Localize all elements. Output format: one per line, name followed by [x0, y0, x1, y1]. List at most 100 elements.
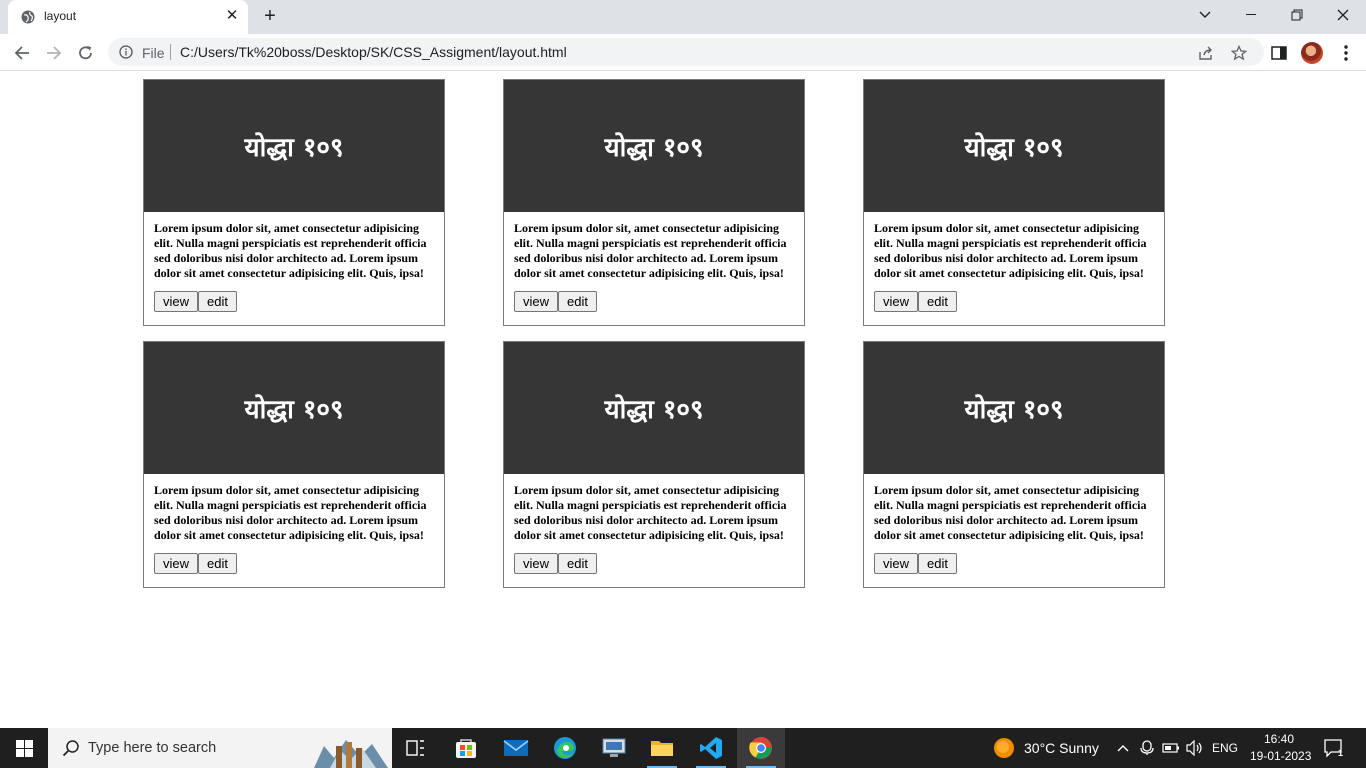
card-actions: view edit: [154, 553, 237, 574]
card-banner: योद्धा १०९: [144, 342, 444, 474]
meet-now-icon[interactable]: [1137, 738, 1157, 758]
card: योद्धा १०९ Lorem ipsum dolor sit, amet c…: [503, 79, 805, 326]
monitor-app-icon: [602, 738, 626, 757]
arrow-right-icon: [47, 46, 62, 60]
address-bar[interactable]: File C:/Users/Tk%20boss/Desktop/SK/CSS_A…: [108, 38, 1264, 66]
battery-icon[interactable]: [1161, 738, 1181, 758]
mail-icon: [503, 740, 529, 756]
view-button[interactable]: view: [874, 553, 919, 574]
vscode-icon: [700, 737, 722, 759]
card-title: योद्धा १०९: [964, 395, 1064, 425]
browser-tab-strip: layout ✕ +: [0, 0, 1366, 34]
restore-button[interactable]: [1274, 0, 1320, 30]
forward-button[interactable]: [42, 41, 66, 65]
folder-icon: [651, 741, 673, 756]
view-button[interactable]: view: [874, 291, 919, 312]
card-banner: योद्धा १०९: [864, 342, 1164, 474]
card: योद्धा १०९ Lorem ipsum dolor sit, amet c…: [503, 341, 805, 588]
card-text: Lorem ipsum dolor sit, amet consectetur …: [154, 221, 427, 280]
card-text: Lorem ipsum dolor sit, amet consectetur …: [514, 221, 787, 280]
tab-search-button[interactable]: [1182, 0, 1228, 30]
view-button[interactable]: view: [154, 291, 199, 312]
new-tab-button[interactable]: +: [260, 6, 280, 26]
page-viewport: योद्धा १०९ Lorem ipsum dolor sit, amet c…: [0, 72, 1366, 728]
chevron-up-icon: [1117, 745, 1129, 752]
more-vertical-icon: [1344, 45, 1348, 61]
close-icon: [1337, 9, 1349, 21]
view-button[interactable]: view: [154, 553, 199, 574]
notification-count-badge: 1: [1338, 748, 1344, 758]
card-text: Lorem ipsum dolor sit, amet consectetur …: [514, 483, 787, 542]
edit-button[interactable]: edit: [558, 553, 597, 574]
clock-time[interactable]: 16:40: [1264, 732, 1294, 746]
file-scheme-label: File: [142, 45, 165, 61]
card-text: Lorem ipsum dolor sit, amet consectetur …: [874, 483, 1147, 542]
task-view-button[interactable]: [392, 728, 440, 768]
volume-icon[interactable]: [1185, 738, 1205, 758]
side-panel-button[interactable]: [1269, 43, 1289, 63]
windows-logo-icon: [15, 739, 33, 757]
view-button[interactable]: view: [514, 553, 559, 574]
info-icon[interactable]: [119, 45, 133, 59]
reload-icon: [79, 46, 92, 60]
minimize-button[interactable]: [1228, 0, 1274, 30]
card: योद्धा १०९ Lorem ipsum dolor sit, amet c…: [863, 79, 1165, 326]
share-icon[interactable]: [1198, 45, 1214, 61]
edge-browser-button[interactable]: [541, 728, 589, 768]
bookmark-star-icon[interactable]: [1231, 45, 1247, 61]
card-title: योद्धा १०९: [604, 395, 704, 425]
back-button[interactable]: [10, 41, 34, 65]
search-placeholder: Type here to search: [88, 740, 217, 756]
search-highlight-illustration-icon: [314, 740, 388, 768]
edit-button[interactable]: edit: [558, 291, 597, 312]
card-actions: view edit: [874, 553, 957, 574]
card-banner: योद्धा १०९: [504, 342, 804, 474]
card: योद्धा १०९ Lorem ipsum dolor sit, amet c…: [863, 341, 1165, 588]
tab-title: layout: [44, 9, 77, 23]
card: योद्धा १०९ Lorem ipsum dolor sit, amet c…: [143, 341, 445, 588]
edit-button[interactable]: edit: [918, 291, 957, 312]
reload-button[interactable]: [74, 41, 98, 65]
file-explorer-button[interactable]: [638, 728, 686, 768]
card: योद्धा १०९ Lorem ipsum dolor sit, amet c…: [143, 79, 445, 326]
remote-desktop-button[interactable]: [590, 728, 638, 768]
taskbar-search-box[interactable]: Type here to search: [48, 728, 392, 768]
browser-tab[interactable]: layout ✕: [8, 0, 248, 34]
browser-menu-button[interactable]: [1336, 43, 1356, 63]
close-tab-icon[interactable]: ✕: [224, 8, 240, 24]
language-indicator[interactable]: ENG: [1212, 741, 1238, 755]
card-banner: योद्धा १०९: [144, 80, 444, 212]
browser-toolbar: File C:/Users/Tk%20boss/Desktop/SK/CSS_A…: [0, 34, 1366, 71]
edit-button[interactable]: edit: [198, 291, 237, 312]
card-actions: view edit: [514, 291, 597, 312]
card-title: योद्धा १०९: [244, 133, 344, 163]
close-window-button[interactable]: [1320, 0, 1366, 30]
card-banner: योद्धा १०९: [504, 80, 804, 212]
vscode-button[interactable]: [687, 728, 735, 768]
mail-button[interactable]: [492, 728, 540, 768]
arrow-left-icon: [14, 46, 29, 60]
url-text[interactable]: C:/Users/Tk%20boss/Desktop/SK/CSS_Assigm…: [180, 44, 567, 60]
profile-avatar[interactable]: [1301, 42, 1323, 64]
show-hidden-icons-button[interactable]: [1113, 738, 1133, 758]
card-actions: view edit: [874, 291, 957, 312]
card-title: योद्धा १०९: [964, 133, 1064, 163]
view-button[interactable]: view: [514, 291, 559, 312]
task-view-icon: [406, 740, 424, 756]
edit-button[interactable]: edit: [918, 553, 957, 574]
side-panel-icon: [1271, 46, 1287, 60]
restore-icon: [1291, 9, 1303, 21]
microsoft-store-button[interactable]: [442, 728, 490, 768]
chrome-button[interactable]: [737, 728, 785, 768]
globe-icon: [21, 10, 35, 24]
card-actions: view edit: [514, 553, 597, 574]
start-button[interactable]: [0, 728, 48, 768]
weather-text[interactable]: 30°C Sunny: [1024, 740, 1099, 756]
chevron-down-icon: [1199, 11, 1211, 18]
sun-weather-icon[interactable]: [993, 737, 1015, 759]
edge-icon: [554, 737, 576, 759]
edit-button[interactable]: edit: [198, 553, 237, 574]
clock-date[interactable]: 19-01-2023: [1250, 749, 1311, 763]
card-text: Lorem ipsum dolor sit, amet consectetur …: [874, 221, 1147, 280]
address-separator: [170, 44, 171, 60]
